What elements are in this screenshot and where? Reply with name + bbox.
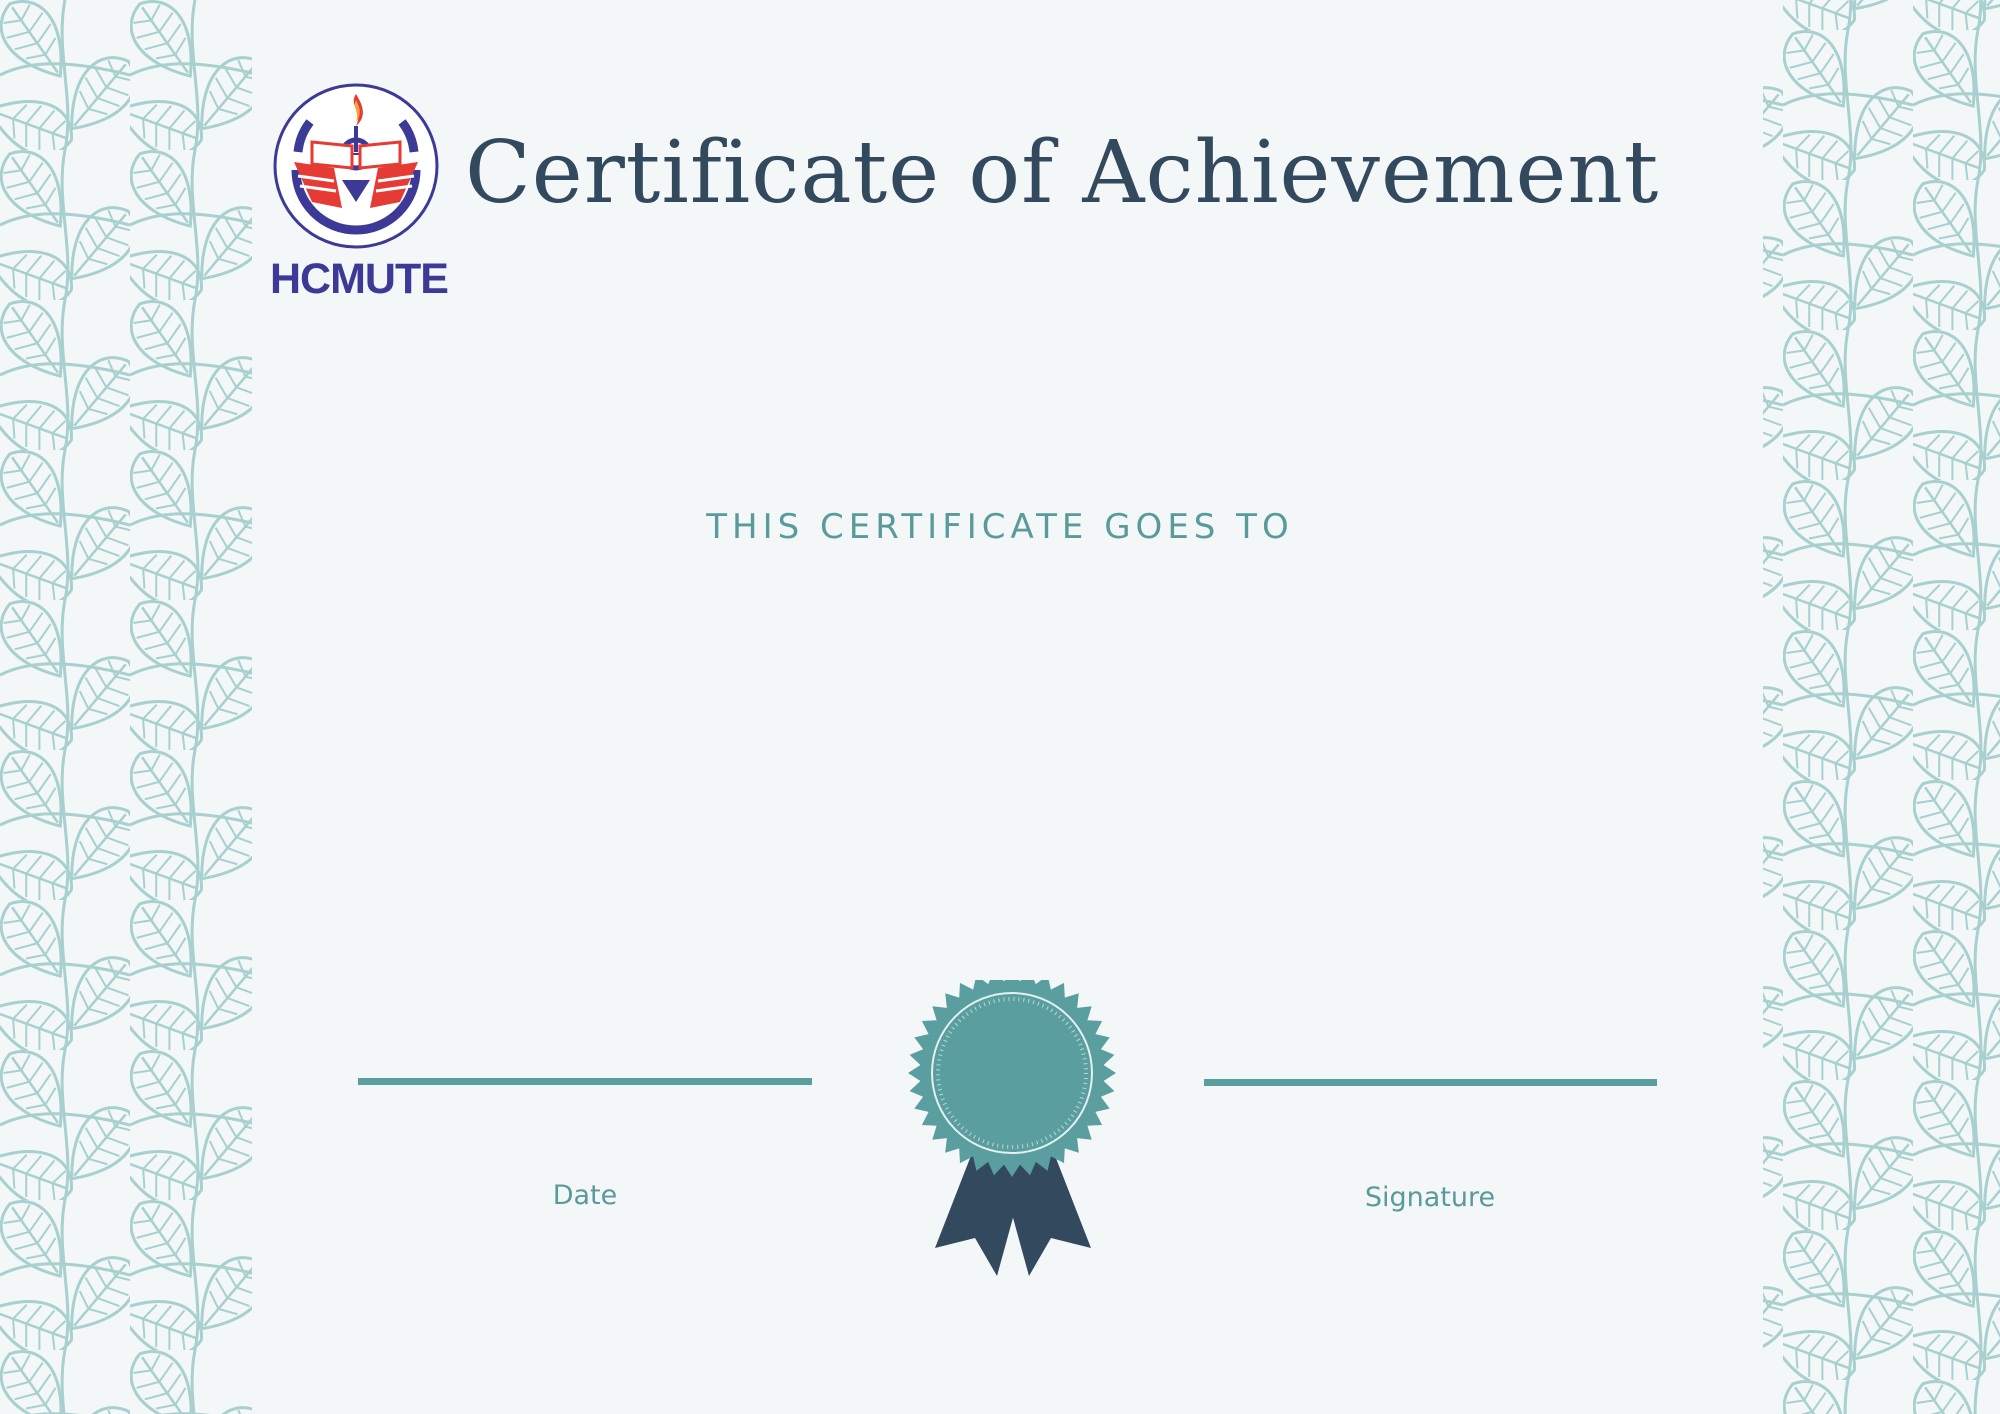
university-logo: HCMUTE: [270, 82, 449, 306]
date-line: [358, 1078, 812, 1085]
leaf-pattern-left: [0, 0, 252, 1414]
award-ribbon-seal-icon: [908, 980, 1116, 1276]
certificate-title: Certificate of Achievement: [465, 123, 1660, 223]
date-label: Date: [552, 1180, 618, 1211]
left-leaf-border: [0, 0, 252, 1414]
certificate-page: HCMUTE Certificate of Achievement THIS C…: [0, 0, 2000, 1414]
logo-text: HCMUTE: [270, 255, 449, 303]
signature-line: [1204, 1079, 1657, 1086]
right-leaf-border: [1763, 0, 2000, 1414]
hcmute-emblem-icon: [273, 83, 439, 249]
recipient-intro: THIS CERTIFICATE GOES TO: [706, 507, 1294, 547]
leaf-pattern-right: [1763, 0, 2000, 1414]
signature-label: Signature: [1364, 1182, 1496, 1213]
